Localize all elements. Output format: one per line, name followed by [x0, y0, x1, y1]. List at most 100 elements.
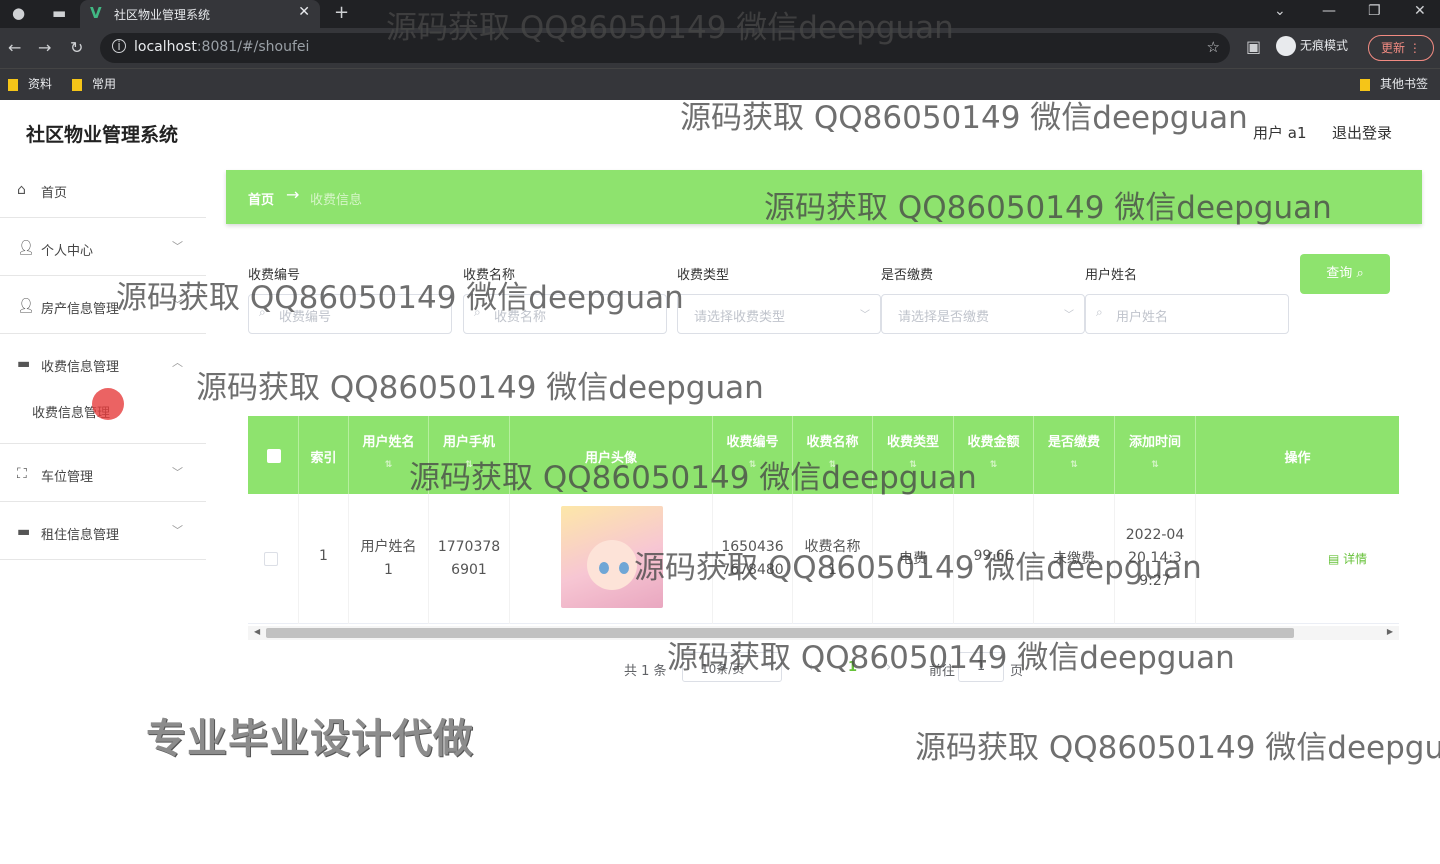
cell-actions — [1196, 494, 1399, 624]
column-header: 用户头像 — [510, 416, 713, 494]
next-page-icon[interactable]: › — [886, 660, 891, 675]
tab-list-chevron-icon[interactable]: ⌄ — [1274, 3, 1286, 19]
forward-icon[interactable]: → — [38, 38, 51, 57]
scroll-left-icon[interactable]: ◀ — [254, 627, 260, 636]
sort-icon[interactable]: ⇅ — [429, 460, 509, 470]
sort-icon[interactable]: ⇅ — [1034, 460, 1114, 470]
filter-label: 收费编号 — [248, 268, 301, 283]
click-indicator — [92, 388, 124, 420]
sort-icon[interactable]: ⇅ — [793, 460, 872, 470]
sort-icon[interactable]: ⇅ — [873, 460, 953, 470]
column-header[interactable]: 是否缴费 ⇅ — [1034, 416, 1115, 494]
minimize-icon[interactable]: — — [1322, 3, 1336, 19]
tab-search-icon[interactable]: ▬ — [52, 4, 66, 22]
paid-status-select[interactable]: 请选择是否缴费 ﹀ — [881, 294, 1085, 334]
chevron-up-icon: ︿ — [172, 356, 183, 369]
column-header[interactable]: 收费编号 ⇅ — [713, 416, 793, 494]
back-icon[interactable]: ← — [8, 38, 21, 57]
sort-icon[interactable]: ⇅ — [349, 460, 428, 470]
incognito-indicator[interactable]: 无痕模式 — [1276, 36, 1348, 56]
cell-user-name: 用户姓名 1 — [349, 494, 429, 624]
browser-menu-icon[interactable]: ● — [12, 4, 25, 22]
filter-label: 收费类型 — [677, 268, 730, 283]
sort-icon[interactable]: ⇅ — [713, 460, 792, 470]
sidebar-subitem-fee-info[interactable]: 收费信息管理 — [0, 388, 206, 444]
search-icon: ⌕ — [1356, 266, 1364, 281]
pagination-total: 共 1 条 — [624, 664, 667, 679]
sidebar-item-fees[interactable]: ▬ 收费信息管理 ︿ — [0, 334, 206, 392]
sidebar-item-home[interactable]: ⌂ 首页 — [0, 160, 206, 218]
close-tab-icon[interactable]: ✕ — [298, 4, 310, 20]
avatar-face — [587, 540, 637, 590]
sidebar-item-profile[interactable]: 👤︎ 个人中心 ﹀ — [0, 218, 206, 276]
horizontal-scrollbar[interactable]: ◀ ▶ — [248, 626, 1399, 640]
monitor-icon: ▬ — [17, 356, 31, 372]
goto-label: 前往 — [929, 664, 956, 679]
sidebar-item-label: 收费信息管理 — [41, 360, 120, 375]
detail-button[interactable]: ▤ 详情 — [1328, 550, 1367, 567]
bookmark-star-icon[interactable]: ☆ — [1207, 38, 1220, 56]
prev-page-icon[interactable]: ‹ — [808, 660, 813, 675]
query-button[interactable]: 查询 ⌕ — [1300, 254, 1390, 294]
fullscreen-icon: ⛶ — [17, 466, 27, 482]
filter-label: 是否缴费 — [881, 268, 934, 283]
table-row: 1 用户姓名 1 1770378 6901 1650436 7678480 收费名称 1… — [248, 494, 1399, 624]
browser-tab[interactable]: V 社区物业管理系统 ✕ — [80, 0, 320, 28]
sidebar-item-label: 个人中心 — [41, 244, 94, 259]
select-all-checkbox[interactable] — [267, 449, 281, 463]
fee-type-select[interactable]: 请选择收费类型 ﹀ — [677, 294, 881, 334]
sort-icon[interactable]: ⇅ — [1115, 460, 1195, 470]
column-header[interactable]: 用户手机 ⇅ — [429, 416, 510, 494]
app-brand: 社区物业管理系统 — [26, 124, 179, 146]
input-placeholder: 收费名称 — [494, 310, 547, 325]
document-icon: ▤ — [1328, 552, 1340, 566]
sort-icon[interactable]: ⇅ — [954, 460, 1033, 470]
column-header[interactable]: 收费名称 ⇅ — [793, 416, 873, 494]
folder-icon — [72, 78, 82, 91]
chevron-down-icon: ﹀ — [1064, 310, 1074, 321]
breadcrumb: 首页 → 收费信息 — [226, 170, 1422, 224]
cell-added-time: 2022-04 20 14:3 9:27 — [1115, 494, 1196, 624]
home-icon: ⌂ — [17, 182, 26, 198]
user-name-input[interactable]: ⌕ 用户姓名 — [1085, 294, 1289, 334]
breadcrumb-home[interactable]: 首页 — [248, 189, 274, 208]
column-header[interactable]: 收费金额 ⇅ — [954, 416, 1034, 494]
row-checkbox[interactable] — [264, 552, 278, 566]
select-all-column — [248, 416, 299, 494]
bookmark-folder[interactable]: 资料 — [8, 75, 52, 92]
bookmark-folder[interactable]: 常用 — [72, 75, 116, 92]
update-button[interactable]: 更新 ⋮ — [1368, 35, 1434, 61]
chevron-down-icon: ﹀ — [172, 524, 183, 537]
site-info-icon[interactable]: i — [112, 39, 126, 53]
sidebar-item-property[interactable]: 👤︎ 房产信息管理 ﹀ — [0, 276, 206, 334]
search-icon: ⌕ — [474, 305, 481, 319]
folder-icon — [1360, 78, 1370, 91]
cell-index: 1 — [299, 494, 349, 624]
fee-name-input[interactable]: ⌕ 收费名称 — [463, 294, 667, 334]
sidebar-item-parking[interactable]: ⛶ 车位管理 ﹀ — [0, 444, 206, 502]
column-header[interactable]: 收费类型 ⇅ — [873, 416, 954, 494]
goto-page-input[interactable]: 1 — [958, 652, 1004, 682]
scroll-right-icon[interactable]: ▶ — [1387, 627, 1393, 636]
sidebar-item-rental[interactable]: ▬ 租住信息管理 ﹀ — [0, 502, 206, 560]
address-bar[interactable]: i localhost:8081/#/shoufei ☆ — [100, 33, 1230, 63]
column-header[interactable]: 用户姓名 ⇅ — [349, 416, 429, 494]
promo-watermark: 专业毕业设计代做 — [146, 716, 474, 762]
side-panel-icon[interactable]: ▣ — [1246, 37, 1261, 56]
page-unit-label: 页 — [1010, 664, 1024, 679]
sidebar-item-label: 房产信息管理 — [41, 302, 120, 317]
restore-icon[interactable]: ❐ — [1368, 3, 1381, 19]
scrollbar-thumb[interactable] — [266, 628, 1294, 638]
fee-number-input[interactable]: ⌕ 收费编号 — [248, 294, 452, 334]
reload-icon[interactable]: ↻ — [70, 38, 83, 57]
chevron-down-icon: ﹀ — [172, 298, 183, 311]
logout-link[interactable]: 退出登录 — [1332, 122, 1392, 143]
current-page[interactable]: 1 — [848, 660, 857, 675]
column-header[interactable]: 添加时间 ⇅ — [1115, 416, 1196, 494]
new-tab-icon[interactable]: + — [334, 2, 349, 23]
other-bookmarks[interactable]: 其他书签 — [1360, 75, 1428, 92]
cell-paid-status: 未缴费 — [1034, 494, 1115, 624]
avatar-eye — [619, 562, 629, 574]
page-size-select[interactable]: 10条/页 ﹀ — [682, 652, 782, 682]
window-close-icon[interactable]: ✕ — [1414, 3, 1426, 19]
